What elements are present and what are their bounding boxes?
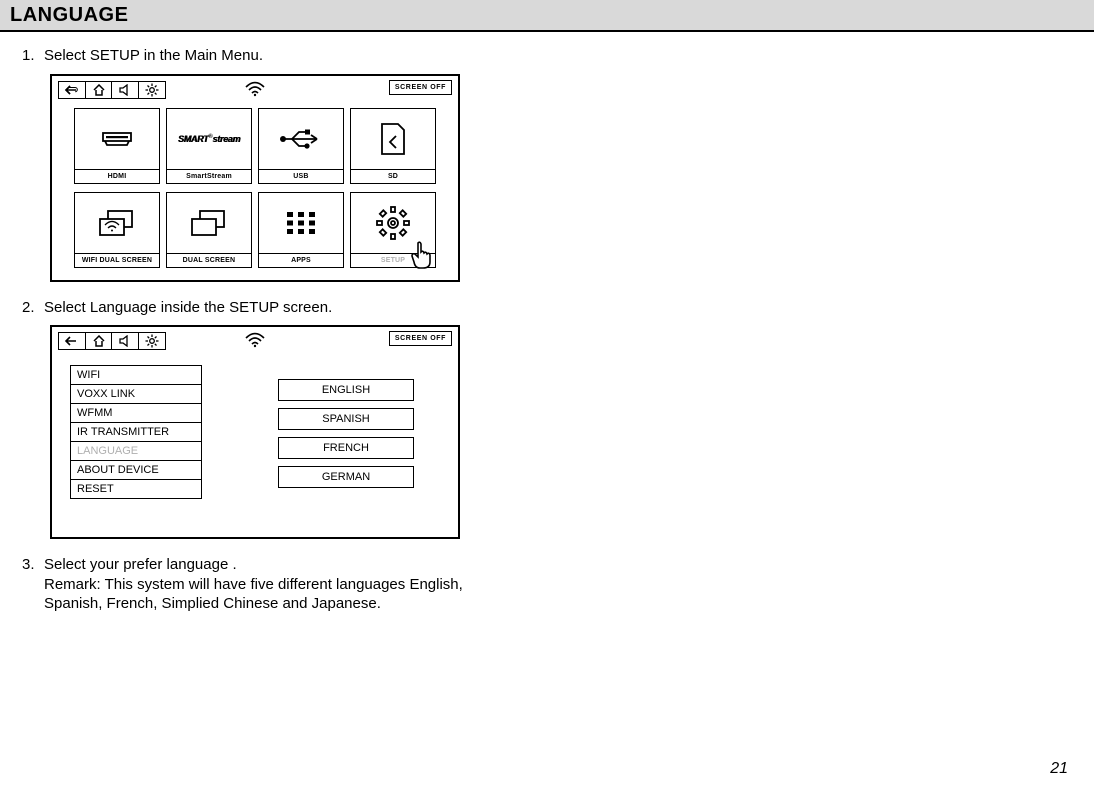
apps-tile[interactable]: APPS [258, 192, 344, 268]
smartstream-tile[interactable]: SMART®stream SmartStream [166, 108, 252, 184]
back-icon[interactable] [58, 81, 86, 99]
screen-off-button[interactable]: SCREEN OFF [389, 331, 452, 346]
step-2-number: 2. [22, 298, 44, 318]
sidebar-item-language[interactable]: LANGUAGE [71, 442, 201, 461]
main-menu-screen: SCREEN OFF HDMI SMART®stream SmartStream [50, 74, 460, 282]
step-3: 3. Select your prefer language . Remark:… [22, 555, 1074, 614]
pointer-hand-icon [407, 239, 439, 271]
brightness-icon[interactable] [138, 332, 166, 350]
sd-label: SD [351, 169, 435, 183]
setup-language-screen: SCREEN OFF WIFI VOXX LINK WFMM IR TRANSM… [50, 325, 460, 539]
language-option-spanish[interactable]: SPANISH [278, 408, 414, 430]
back-icon[interactable] [58, 332, 86, 350]
topbar-icons [58, 81, 166, 99]
sidebar-item-wfmm[interactable]: WFMM [71, 404, 201, 423]
sd-tile[interactable]: SD [350, 108, 436, 184]
topbar-2: SCREEN OFF [58, 331, 452, 351]
wifi-dual-screen-icon [75, 193, 159, 253]
wifi-dual-screen-tile[interactable]: WIFI DUAL SCREEN [74, 192, 160, 268]
dual-screen-tile[interactable]: DUAL SCREEN [166, 192, 252, 268]
step-2-text: Select Language inside the SETUP screen. [44, 298, 1074, 318]
volume-icon[interactable] [111, 332, 139, 350]
hdmi-tile[interactable]: HDMI [74, 108, 160, 184]
language-option-french[interactable]: FRENCH [278, 437, 414, 459]
topbar: SCREEN OFF [58, 80, 452, 100]
brightness-icon[interactable] [138, 81, 166, 99]
page-number: 21 [1050, 760, 1068, 778]
usb-tile[interactable]: USB [258, 108, 344, 184]
usb-label: USB [259, 169, 343, 183]
language-options: ENGLISH SPANISH FRENCH GERMAN [278, 379, 414, 488]
home-icon[interactable] [85, 332, 113, 350]
section-title: LANGUAGE [10, 4, 1084, 27]
step-1-text: Select SETUP in the Main Menu. [44, 46, 1074, 66]
smartstream-label: SmartStream [167, 169, 251, 183]
screen-off-button[interactable]: SCREEN OFF [389, 80, 452, 95]
home-icon[interactable] [85, 81, 113, 99]
language-option-english[interactable]: ENGLISH [278, 379, 414, 401]
dual-screen-icon [167, 193, 251, 253]
apps-label: APPS [259, 253, 343, 267]
sidebar-item-ir-transmitter[interactable]: IR TRANSMITTER [71, 423, 201, 442]
step-3-number: 3. [22, 555, 44, 614]
apps-icon [259, 193, 343, 253]
step-1: 1. Select SETUP in the Main Menu. [22, 46, 1074, 66]
sidebar-item-voxx-link[interactable]: VOXX LINK [71, 385, 201, 404]
wifi-dual-screen-label: WIFI DUAL SCREEN [75, 253, 159, 267]
setup-tile[interactable]: SETUP [350, 192, 436, 268]
hdmi-icon [75, 109, 159, 169]
dual-screen-label: DUAL SCREEN [167, 253, 251, 267]
content-area: 1. Select SETUP in the Main Menu. [0, 32, 1094, 614]
setup-sidebar: WIFI VOXX LINK WFMM IR TRANSMITTER LANGU… [70, 365, 202, 499]
volume-icon[interactable] [111, 81, 139, 99]
sidebar-item-about-device[interactable]: ABOUT DEVICE [71, 461, 201, 480]
step-1-number: 1. [22, 46, 44, 66]
wifi-icon [245, 81, 265, 97]
main-menu-grid: HDMI SMART®stream SmartStream USB [74, 108, 436, 268]
wifi-icon [245, 332, 265, 348]
smartstream-icon: SMART®stream [167, 109, 251, 169]
topbar-icons-2 [58, 332, 166, 350]
sidebar-item-wifi[interactable]: WIFI [71, 366, 201, 385]
sd-icon [351, 109, 435, 169]
usb-icon [259, 109, 343, 169]
step-3-remark: Remark: This system will have five diffe… [44, 575, 524, 614]
hdmi-label: HDMI [75, 169, 159, 183]
step-3-text: Select your prefer language . [44, 556, 237, 573]
sidebar-item-reset[interactable]: RESET [71, 480, 201, 498]
step-2: 2. Select Language inside the SETUP scre… [22, 298, 1074, 318]
section-title-bar: LANGUAGE [0, 0, 1094, 32]
language-option-german[interactable]: GERMAN [278, 466, 414, 488]
